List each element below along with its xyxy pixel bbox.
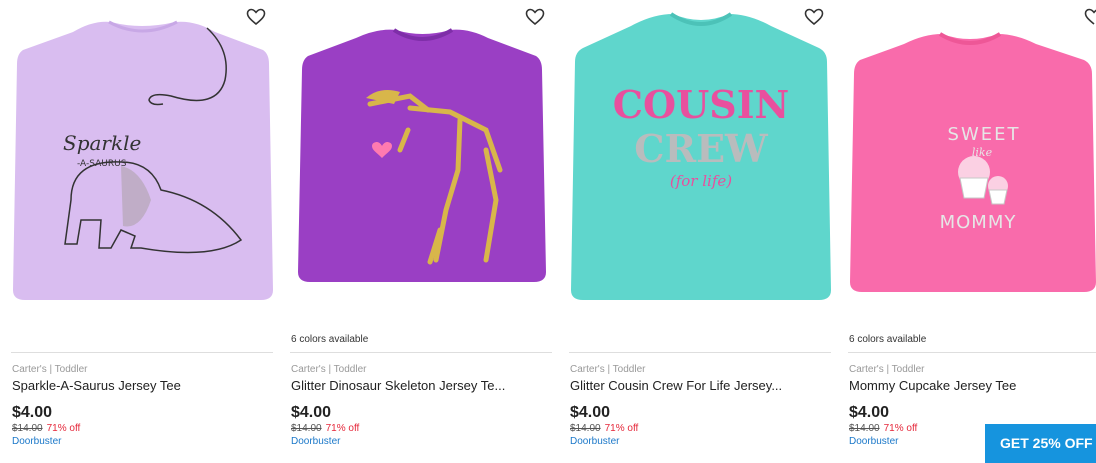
product-card[interactable]: COUSIN CREW (for life) Carter's | Toddle… bbox=[569, 0, 833, 463]
original-price: $14.00 bbox=[570, 423, 601, 434]
product-card[interactable]: Sparkle -A-SAURUS Carter's | Toddler Spa… bbox=[11, 0, 275, 463]
discount-label: 71% off bbox=[883, 423, 918, 434]
product-price: $4.00 bbox=[291, 404, 332, 421]
product-title[interactable]: Glitter Cousin Crew For Life Jersey... bbox=[570, 378, 782, 394]
original-price: $14.00 bbox=[849, 423, 880, 434]
divider bbox=[569, 352, 831, 353]
print-text-1: SWEET bbox=[948, 124, 1021, 145]
product-title[interactable]: Sparkle-A-Saurus Jersey Tee bbox=[12, 378, 181, 394]
original-price: $14.00 bbox=[12, 423, 43, 434]
heart-icon[interactable] bbox=[525, 8, 545, 26]
original-price: $14.00 bbox=[291, 423, 322, 434]
price-line: $14.00 71% off bbox=[570, 423, 638, 435]
print-text-1: Sparkle bbox=[63, 131, 141, 155]
product-brand: Carter's | Toddler bbox=[291, 364, 367, 375]
colors-available: 6 colors available bbox=[291, 334, 369, 345]
product-title[interactable]: Mommy Cupcake Jersey Tee bbox=[849, 378, 1016, 394]
colors-available: 6 colors available bbox=[849, 334, 927, 345]
product-image[interactable] bbox=[290, 0, 554, 325]
product-brand: Carter's | Toddler bbox=[849, 364, 925, 375]
discount-label: 71% off bbox=[46, 423, 81, 434]
divider bbox=[848, 352, 1096, 353]
product-grid: Sparkle -A-SAURUS Carter's | Toddler Spa… bbox=[0, 0, 1096, 463]
product-card[interactable]: 6 colors available Carter's | Toddler Gl… bbox=[290, 0, 554, 463]
product-card[interactable]: SWEET like MOMMY 6 colors available Cart… bbox=[848, 0, 1096, 463]
heart-icon[interactable] bbox=[1084, 8, 1096, 26]
product-price: $4.00 bbox=[12, 404, 53, 421]
print-text-2: -A-SAURUS bbox=[77, 159, 127, 169]
product-image[interactable]: Sparkle -A-SAURUS bbox=[11, 0, 275, 325]
doorbuster-tag: Doorbuster bbox=[849, 436, 899, 447]
product-brand: Carter's | Toddler bbox=[12, 364, 88, 375]
product-price: $4.00 bbox=[849, 404, 890, 421]
heart-icon[interactable] bbox=[804, 8, 824, 26]
product-image[interactable]: SWEET like MOMMY bbox=[848, 0, 1096, 325]
product-image[interactable]: COUSIN CREW (for life) bbox=[569, 0, 833, 325]
doorbuster-tag: Doorbuster bbox=[570, 436, 620, 447]
divider bbox=[11, 352, 273, 353]
product-brand: Carter's | Toddler bbox=[570, 364, 646, 375]
heart-icon[interactable] bbox=[246, 8, 266, 26]
price-line: $14.00 71% off bbox=[849, 423, 917, 435]
price-line: $14.00 71% off bbox=[12, 423, 80, 435]
print-text-3: MOMMY bbox=[940, 212, 1017, 233]
discount-label: 71% off bbox=[325, 423, 360, 434]
product-price: $4.00 bbox=[570, 404, 611, 421]
doorbuster-tag: Doorbuster bbox=[12, 436, 62, 447]
print-text-3: (for life) bbox=[670, 172, 732, 190]
print-text-1: COUSIN bbox=[613, 82, 789, 127]
doorbuster-tag: Doorbuster bbox=[291, 436, 341, 447]
product-title[interactable]: Glitter Dinosaur Skeleton Jersey Te... bbox=[291, 378, 505, 394]
print-text-2: CREW bbox=[634, 126, 769, 171]
promo-tab-button[interactable]: GET 25% OFF bbox=[985, 424, 1096, 463]
price-line: $14.00 71% off bbox=[291, 423, 359, 435]
discount-label: 71% off bbox=[604, 423, 639, 434]
divider bbox=[290, 352, 552, 353]
